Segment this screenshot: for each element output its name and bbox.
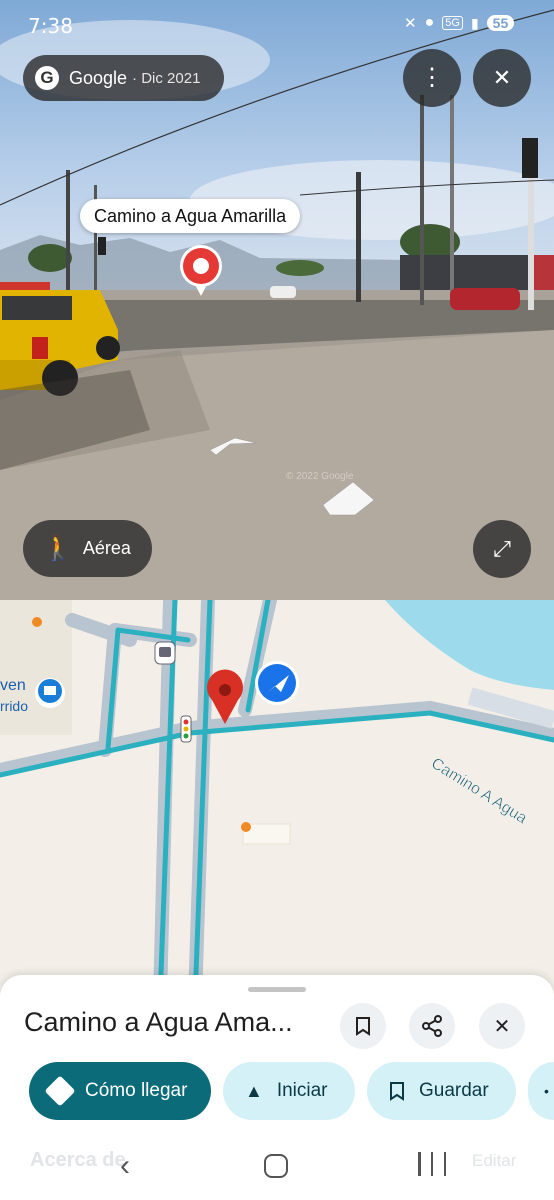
map-view[interactable]: Camino A Agua ven rrido bbox=[0, 600, 554, 1000]
close-icon: ✕ bbox=[492, 65, 512, 90]
status-icons: ✕ ● 5G ▮ 55 bbox=[404, 14, 515, 32]
close-icon: ✕ bbox=[493, 1015, 511, 1038]
map-poi-name: ven bbox=[0, 677, 26, 694]
start-label: Iniciar bbox=[276, 1080, 328, 1101]
android-back-button[interactable]: ‹ bbox=[110, 1148, 140, 1184]
edit-tab[interactable]: Editar bbox=[472, 1151, 516, 1171]
status-time: 7:38 bbox=[28, 14, 73, 38]
location-icon: ● bbox=[424, 14, 435, 31]
close-street-view-button[interactable]: ✕ bbox=[473, 49, 531, 107]
save-place-button[interactable]: Guardar bbox=[367, 1062, 516, 1120]
aerial-label: Aérea bbox=[82, 538, 131, 558]
google-g-icon: G bbox=[35, 66, 59, 90]
bookmark-button[interactable] bbox=[340, 1003, 386, 1049]
imagery-date: · Dic 2021 bbox=[132, 69, 201, 87]
close-sheet-button[interactable]: ✕ bbox=[479, 1003, 525, 1049]
share-button[interactable] bbox=[409, 1003, 455, 1049]
more-vert-icon: ⋮ bbox=[420, 64, 444, 91]
street-view-watermark: © 2022 Google bbox=[286, 471, 354, 482]
back-icon: ‹ bbox=[120, 1149, 130, 1182]
directions-icon bbox=[44, 1075, 76, 1107]
fullscreen-button[interactable]: ⤢ bbox=[473, 520, 531, 578]
start-navigation-button[interactable]: ▲ Iniciar bbox=[223, 1062, 355, 1120]
recents-icon-bar bbox=[430, 1152, 434, 1176]
navigation-arrow-icon: ▲ bbox=[245, 1080, 263, 1101]
more-options-button[interactable]: ⋮ bbox=[403, 49, 461, 107]
brand-label: Google bbox=[69, 67, 128, 88]
aerial-view-button[interactable]: 🚶 Aérea bbox=[23, 520, 152, 577]
place-title: Camino a Agua Ama... bbox=[24, 1007, 293, 1037]
android-recents-button[interactable] bbox=[418, 1152, 446, 1178]
sheet-drag-handle[interactable] bbox=[248, 987, 306, 992]
expand-icon: ⤢ bbox=[493, 536, 511, 561]
bookmark-icon bbox=[356, 1017, 370, 1036]
street-view-place-label[interactable]: Camino a Agua Amarilla bbox=[80, 199, 301, 233]
dot-icon: • bbox=[544, 1083, 549, 1099]
recents-icon-bar bbox=[443, 1152, 446, 1176]
share-icon bbox=[422, 1015, 442, 1037]
directions-label: Cómo llegar bbox=[85, 1080, 188, 1101]
imagery-info-pill[interactable]: G Google · Dic 2021 bbox=[23, 55, 224, 101]
battery-indicator: 55 bbox=[486, 15, 515, 31]
map-poi-subtitle: rrido bbox=[0, 698, 29, 714]
android-home-button[interactable] bbox=[264, 1154, 288, 1178]
directions-button[interactable]: Cómo llegar bbox=[29, 1062, 211, 1120]
signal-icon: ▮ bbox=[470, 14, 479, 31]
mute-icon: ✕ bbox=[404, 15, 417, 32]
save-label: Guardar bbox=[419, 1080, 489, 1101]
network-label: 5G bbox=[442, 16, 463, 30]
more-actions-chip[interactable]: • bbox=[528, 1062, 554, 1120]
recents-icon bbox=[418, 1152, 421, 1176]
bookmark-icon bbox=[390, 1082, 404, 1101]
pegman-icon: 🚶 bbox=[43, 535, 73, 562]
map-canvas bbox=[0, 600, 554, 1000]
